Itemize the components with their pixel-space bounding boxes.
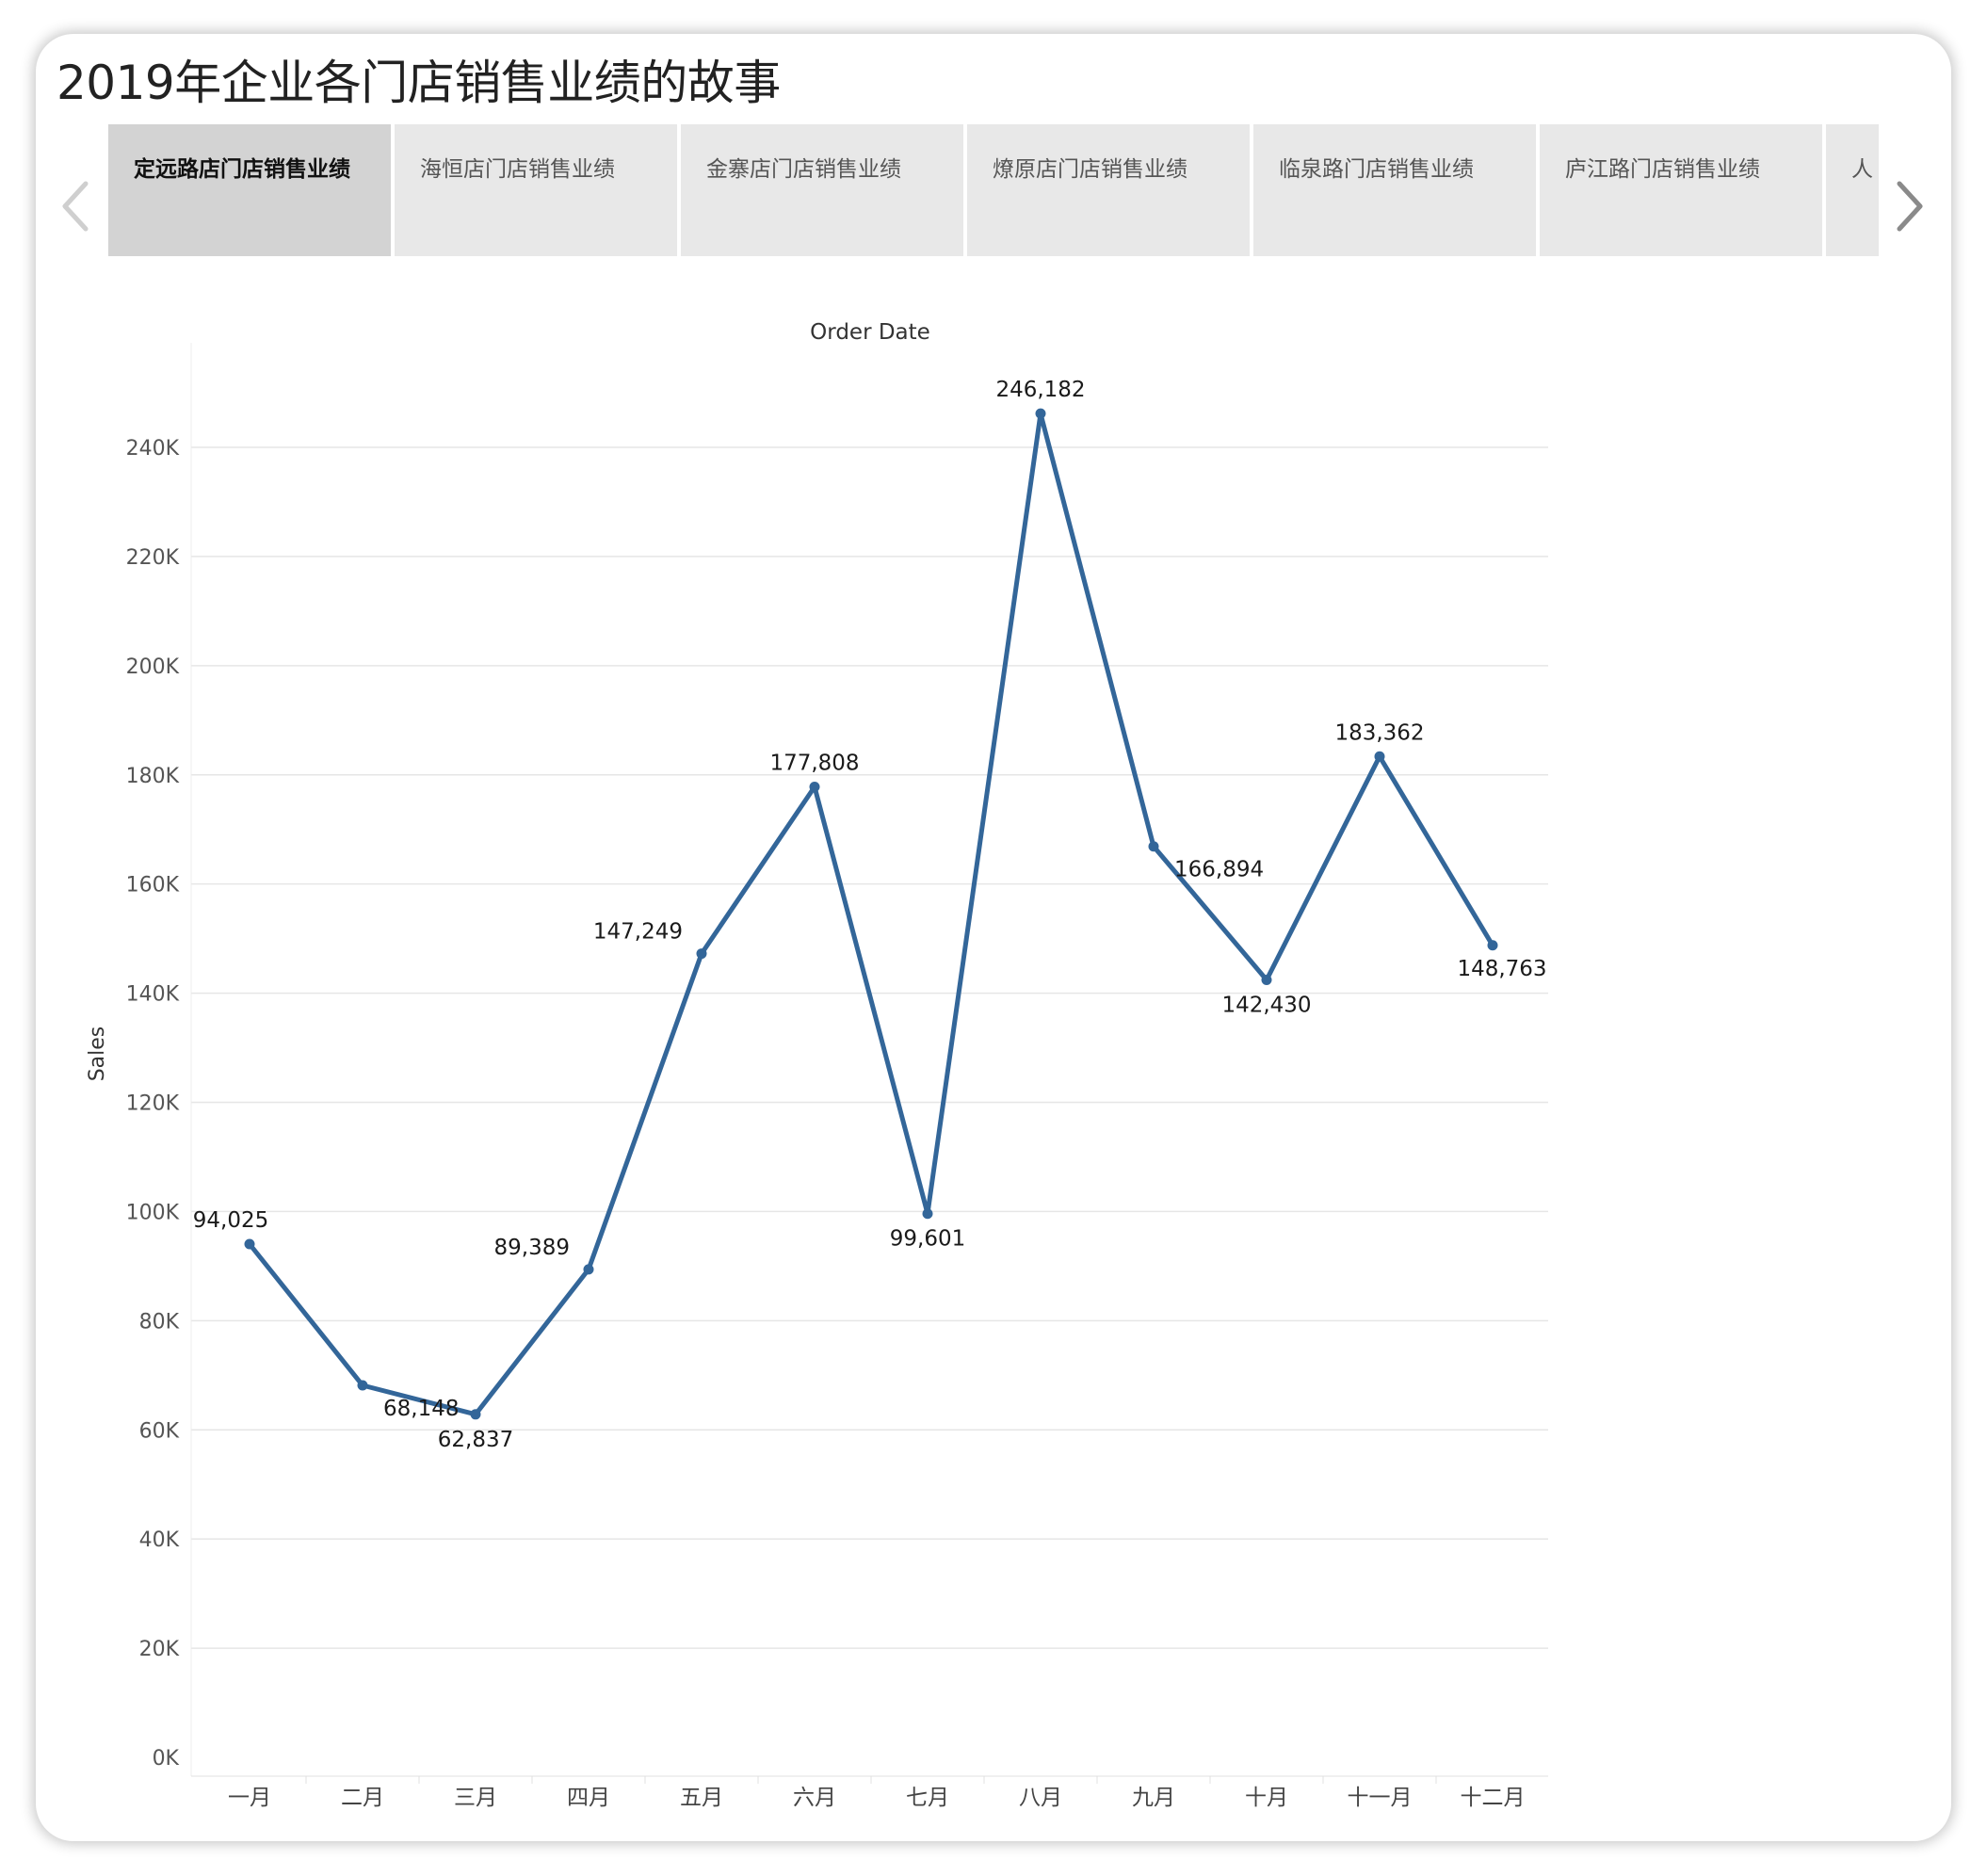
data-point[interactable]	[696, 948, 707, 960]
data-label: 177,808	[769, 751, 859, 775]
y-tick-label: 40K	[139, 1528, 180, 1552]
x-tick-label: 十月	[1245, 1786, 1288, 1810]
y-tick-label: 240K	[126, 437, 180, 461]
data-point[interactable]	[1261, 974, 1272, 985]
chart-title: Order Date	[810, 320, 930, 345]
data-label: 62,837	[438, 1428, 513, 1452]
x-tick-label: 八月	[1019, 1786, 1062, 1810]
x-tick-label: 五月	[680, 1786, 723, 1810]
data-point[interactable]	[1374, 751, 1385, 762]
y-axis-ticks: 0K 20K 40K 60K 80K 100K 120K 140K 160K 180K 200K 22…	[126, 437, 180, 1771]
data-label: 183,362	[1334, 720, 1424, 745]
data-point[interactable]	[357, 1380, 368, 1391]
x-tick-label: 三月	[454, 1786, 497, 1810]
data-point[interactable]	[1487, 940, 1498, 951]
sales-line	[247, 411, 1495, 1417]
y-tick-label: 180K	[126, 765, 180, 788]
y-tick-label: 200K	[126, 655, 180, 679]
data-label: 94,025	[193, 1208, 268, 1233]
y-tick-label: 60K	[139, 1419, 180, 1443]
y-tick-label: 100K	[126, 1201, 180, 1224]
y-axis-label: Sales	[86, 1027, 109, 1082]
y-tick-label: 120K	[126, 1092, 180, 1116]
x-tick-label: 十二月	[1461, 1786, 1526, 1810]
data-label: 147,249	[593, 920, 683, 945]
data-label: 166,894	[1174, 858, 1264, 882]
x-tick-label: 十一月	[1348, 1786, 1413, 1810]
data-point[interactable]	[583, 1264, 594, 1275]
data-point[interactable]	[1035, 408, 1046, 419]
data-point[interactable]	[470, 1409, 481, 1420]
series-sales	[244, 408, 1498, 1420]
y-tick-label: 160K	[126, 874, 180, 898]
data-label: 99,601	[890, 1227, 965, 1252]
data-point[interactable]	[244, 1238, 255, 1250]
data-labels: 94,025 68,148 62,837 89,389 147,249 177,808 99…	[193, 378, 1547, 1452]
y-tick-label: 20K	[139, 1638, 180, 1661]
data-label: 68,148	[383, 1397, 459, 1421]
y-tick-label: 80K	[139, 1310, 180, 1334]
data-label: 148,763	[1457, 957, 1546, 981]
data-label: 246,182	[995, 378, 1085, 402]
story-frame: 2019年企业各门店销售业绩的故事 定远路店门店销售业绩 海恒店门店销售业绩 金…	[36, 34, 1951, 1841]
x-axis-ticks: 一月 二月 三月 四月 五月 六月 七月 八月 九月 十月 十一月 十二月	[228, 1776, 1526, 1810]
data-point[interactable]	[809, 781, 820, 792]
x-tick-label: 二月	[341, 1786, 384, 1810]
data-label: 142,430	[1221, 993, 1311, 1017]
gridlines	[191, 446, 1548, 1649]
data-point[interactable]	[922, 1208, 933, 1220]
data-point[interactable]	[1148, 841, 1159, 852]
y-tick-label: 0K	[153, 1747, 180, 1771]
x-tick-label: 九月	[1132, 1786, 1175, 1810]
x-tick-label: 七月	[906, 1786, 949, 1810]
x-tick-label: 一月	[228, 1786, 271, 1810]
data-label: 89,389	[494, 1236, 570, 1260]
sales-line-chart: 0K 20K 40K 60K 80K 100K 120K 140K 160K 180K 200K 22…	[86, 320, 1548, 1810]
y-tick-label: 140K	[126, 983, 180, 1007]
x-tick-label: 六月	[793, 1786, 836, 1810]
y-tick-label: 220K	[126, 546, 180, 570]
x-tick-label: 四月	[567, 1786, 610, 1810]
